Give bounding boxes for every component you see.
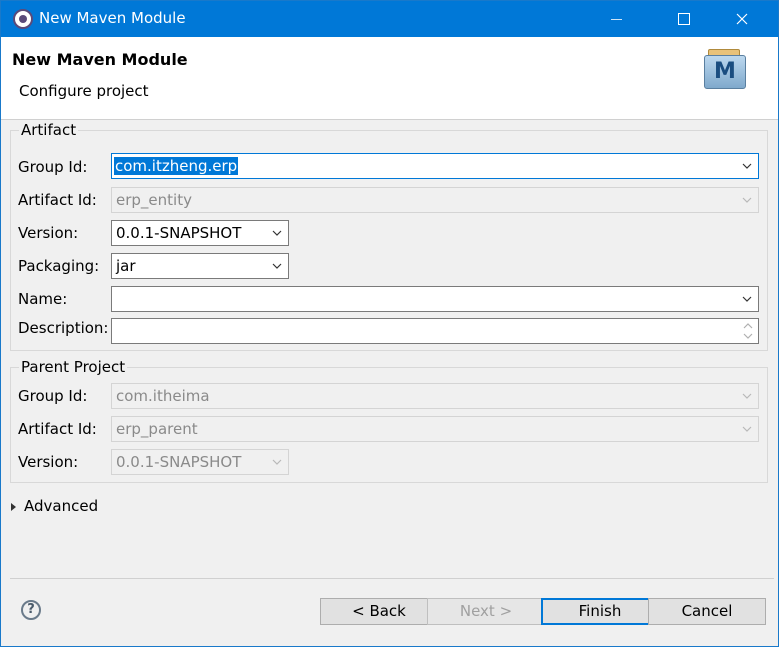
parent-project-legend: Parent Project	[19, 358, 128, 376]
new-maven-module-dialog: New Maven Module New Maven Module Config…	[0, 0, 779, 647]
next-button: Next >	[427, 598, 545, 625]
help-icon[interactable]: ?	[21, 600, 41, 620]
version-label: Version:	[18, 224, 79, 242]
maximize-button[interactable]	[660, 1, 706, 37]
group-id-label: Group Id:	[18, 158, 88, 176]
parent-version-combo: 0.0.1-SNAPSHOT	[111, 449, 289, 475]
wizard-description: Configure project	[19, 82, 149, 100]
chevron-down-icon	[741, 423, 753, 435]
artifact-id-combo: erp_entity	[111, 187, 759, 213]
packaging-combo[interactable]: jar	[111, 253, 289, 279]
wizard-heading: New Maven Module	[12, 50, 188, 69]
name-label: Name:	[18, 290, 68, 308]
description-textarea[interactable]	[111, 318, 759, 344]
parent-version-label: Version:	[18, 453, 79, 471]
chevron-down-icon[interactable]	[741, 293, 753, 305]
cancel-button[interactable]: Cancel	[648, 598, 766, 625]
advanced-label: Advanced	[24, 497, 99, 515]
artifact-id-value: erp_entity	[116, 191, 192, 209]
scroll-arrows-icon[interactable]	[740, 321, 756, 341]
maven-logo-icon: M	[704, 49, 748, 89]
name-combo[interactable]	[111, 286, 759, 312]
wizard-banner: New Maven Module Configure project M	[1, 37, 778, 120]
group-id-combo[interactable]: com.itzheng.erp	[111, 153, 759, 179]
packaging-value: jar	[116, 257, 136, 275]
parent-artifact-id-label: Artifact Id:	[18, 420, 97, 438]
packaging-label: Packaging:	[18, 257, 100, 275]
parent-group-id-combo: com.itheima	[111, 383, 759, 409]
eclipse-icon	[13, 9, 33, 29]
artifact-legend: Artifact	[19, 121, 79, 139]
chevron-down-icon	[741, 390, 753, 402]
window-title: New Maven Module	[39, 9, 186, 27]
artifact-id-label: Artifact Id:	[18, 191, 97, 209]
title-bar[interactable]: New Maven Module	[1, 1, 778, 37]
chevron-down-icon[interactable]	[271, 260, 283, 272]
parent-version-value: 0.0.1-SNAPSHOT	[116, 453, 242, 471]
advanced-toggle[interactable]: Advanced	[11, 497, 98, 515]
button-bar-separator	[10, 578, 774, 579]
expand-triangle-icon	[11, 502, 16, 511]
group-id-value: com.itzheng.erp	[114, 157, 239, 175]
version-value: 0.0.1-SNAPSHOT	[116, 224, 242, 242]
finish-button[interactable]: Finish	[541, 598, 659, 625]
parent-group-id-value: com.itheima	[116, 387, 210, 405]
chevron-down-icon	[741, 194, 753, 206]
minimize-button[interactable]	[594, 1, 640, 37]
close-icon	[736, 13, 748, 25]
parent-group-id-label: Group Id:	[18, 387, 88, 405]
parent-artifact-id-combo: erp_parent	[111, 416, 759, 442]
chevron-down-icon[interactable]	[271, 227, 283, 239]
description-label: Description:	[18, 319, 109, 337]
close-button[interactable]	[719, 1, 765, 37]
chevron-down-icon	[271, 456, 283, 468]
back-button[interactable]: < Back	[320, 598, 438, 625]
version-combo[interactable]: 0.0.1-SNAPSHOT	[111, 220, 289, 246]
parent-artifact-id-value: erp_parent	[116, 420, 198, 438]
chevron-down-icon[interactable]	[741, 160, 753, 172]
